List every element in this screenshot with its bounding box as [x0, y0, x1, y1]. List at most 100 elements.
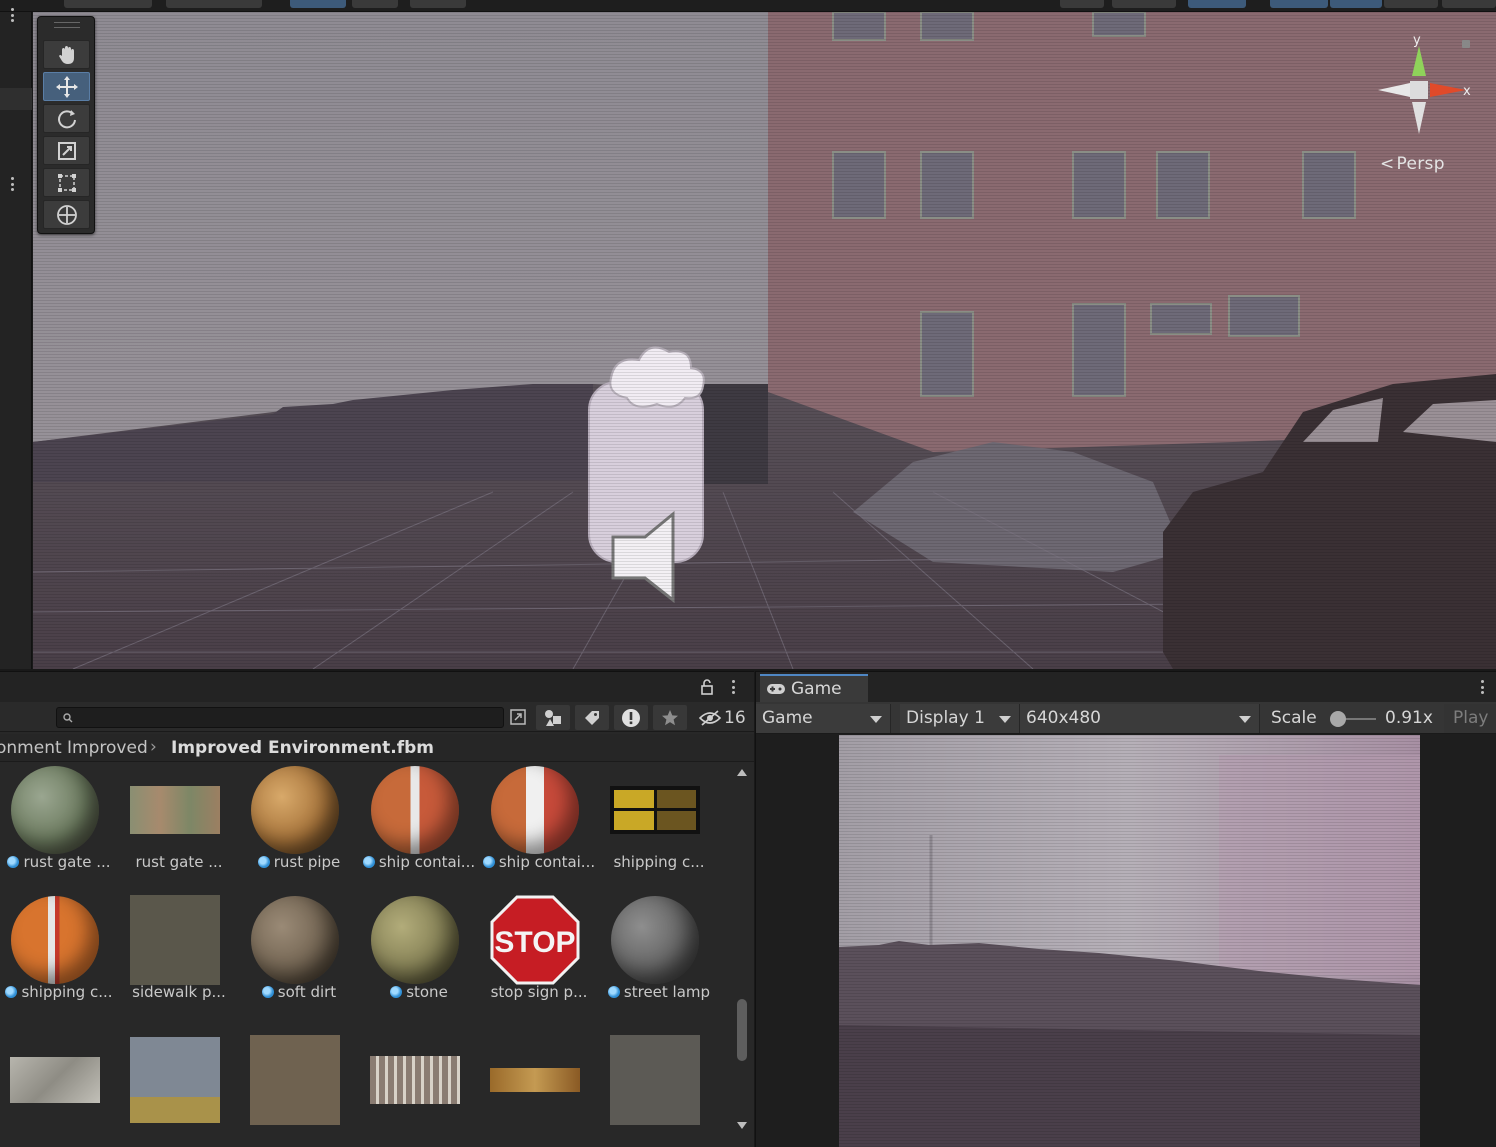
asset-label: rust pipe [240, 853, 358, 871]
asset-label: soft dirt [240, 983, 358, 1001]
scene-tools-overlay [37, 16, 95, 234]
asset-label: shipping c... [0, 983, 118, 1001]
top-tab-chip[interactable] [410, 0, 466, 8]
top-tab-chip-active[interactable] [1330, 0, 1382, 8]
top-tab-chip[interactable] [1442, 0, 1496, 8]
top-tab-chip-active[interactable] [290, 0, 346, 8]
asset-item[interactable]: sidewalk p... [120, 894, 240, 1027]
game-mode-dropdown[interactable]: Game [756, 704, 891, 733]
scale-slider-handle[interactable] [1330, 711, 1346, 727]
top-tab-chip[interactable] [1060, 0, 1104, 8]
hidden-packages-count[interactable]: 16 [724, 708, 746, 728]
breadcrumb-parent[interactable]: onment Improved [0, 738, 148, 758]
dropdown-arrow-icon [999, 716, 1011, 723]
more-options-icon[interactable] [10, 177, 14, 191]
tab-game[interactable]: Game [760, 674, 868, 702]
axis-gizmo-icon: y x [1378, 33, 1471, 134]
asset-item[interactable] [480, 1037, 600, 1137]
top-tab-chip[interactable] [64, 0, 152, 8]
gamepad-icon [767, 684, 785, 694]
asset-label: stone [360, 983, 478, 1001]
display-dropdown[interactable]: Display 1 [900, 704, 1020, 733]
game-view-render[interactable] [839, 735, 1420, 1147]
chevron-right-icon: › [150, 737, 157, 757]
gizmo-y-label: y [1413, 33, 1421, 48]
asset-label: street lamp [600, 983, 718, 1001]
top-tab-chip[interactable] [1112, 0, 1176, 8]
asset-thumbnail [10, 895, 100, 984]
move-tool-button[interactable] [43, 72, 90, 101]
asset-item[interactable]: rust gate ... [0, 765, 120, 897]
more-options-icon[interactable] [10, 8, 14, 22]
lock-icon[interactable] [700, 679, 714, 695]
asset-thumbnail [370, 895, 460, 984]
warning-circle-icon [622, 708, 640, 727]
hand-icon [58, 45, 74, 64]
top-tab-chip[interactable] [166, 0, 262, 8]
transform-tool-button[interactable] [43, 200, 90, 229]
asset-item[interactable]: rust pipe [240, 765, 360, 897]
top-tab-chip-active[interactable] [1270, 0, 1328, 8]
play-focus-dropdown[interactable]: Play [1444, 704, 1496, 733]
asset-item[interactable] [0, 1037, 120, 1137]
asset-thumbnail [610, 895, 700, 984]
search-icon [63, 713, 73, 723]
asset-item[interactable] [120, 1036, 240, 1137]
material-badge-icon [5, 986, 18, 998]
game-toolbar: Game Display 1 640x480 Scale 0.91x Play [756, 702, 1496, 734]
scale-tool-button[interactable] [43, 136, 90, 165]
asset-thumbnail [370, 765, 460, 854]
favorites-button[interactable] [653, 705, 687, 730]
projection-label: Persp [1396, 154, 1445, 174]
asset-label: ship contai... [360, 853, 478, 871]
hand-tool-button[interactable] [43, 40, 90, 69]
asset-item[interactable] [240, 1034, 360, 1137]
asset-item[interactable]: STOP stop sign p... [480, 895, 600, 1027]
search-input[interactable] [56, 707, 504, 728]
tab-game-label: Game [791, 679, 842, 699]
top-tab-chip-active[interactable] [1188, 0, 1246, 8]
asset-item[interactable] [600, 1034, 720, 1137]
filter-by-log-button[interactable] [614, 705, 648, 730]
asset-thumbnail: STOP [490, 895, 580, 984]
asset-scrollbar[interactable] [733, 767, 751, 1137]
toolbox-grip[interactable] [54, 22, 80, 28]
scroll-thumb[interactable] [737, 999, 747, 1061]
asset-item[interactable]: rust gate ... [120, 767, 240, 897]
project-panel: 16 onment Improved › Improved Environmen… [0, 671, 754, 1147]
gizmo-x-label: x [1463, 84, 1471, 99]
more-options-icon[interactable] [731, 680, 735, 694]
asset-thumbnail [250, 765, 340, 854]
filter-by-type-button[interactable] [536, 705, 570, 730]
lock-icon[interactable] [1462, 40, 1470, 48]
scene-view[interactable] [33, 12, 1496, 669]
rotate-tool-button[interactable] [43, 104, 90, 133]
asset-item[interactable] [360, 1037, 480, 1137]
resolution-dropdown[interactable]: 640x480 [1020, 704, 1260, 733]
top-tab-chip[interactable] [1384, 0, 1438, 8]
asset-item[interactable]: soft dirt [240, 895, 360, 1027]
breadcrumb-current[interactable]: Improved Environment.fbm [171, 738, 434, 758]
stop-sign-icon: STOP [490, 895, 580, 984]
asset-item[interactable]: shipping c... [600, 767, 720, 897]
rect-tool-button[interactable] [43, 168, 90, 197]
more-options-icon[interactable] [1480, 680, 1484, 694]
search-scope-icon[interactable] [509, 708, 527, 726]
material-badge-icon [362, 856, 375, 868]
top-tab-chip[interactable] [352, 0, 398, 8]
asset-thumbnail [250, 1034, 340, 1125]
scroll-down-icon[interactable] [737, 1122, 747, 1129]
asset-item[interactable]: shipping c... [0, 895, 120, 1027]
projection-toggle[interactable]: < Persp [1380, 154, 1445, 174]
hidden-packages-icon[interactable] [699, 710, 721, 726]
asset-thumbnail [250, 895, 340, 984]
breadcrumb: onment Improved › Improved Environment.f… [0, 734, 754, 762]
asset-item[interactable]: ship contai... [480, 765, 600, 897]
asset-thumbnail [130, 1036, 220, 1123]
filter-by-label-button[interactable] [575, 705, 609, 730]
asset-item[interactable]: stone [360, 895, 480, 1027]
asset-item[interactable]: street lamp [600, 895, 720, 1027]
scroll-up-icon[interactable] [737, 769, 747, 776]
selected-row[interactable] [0, 88, 32, 110]
asset-item[interactable]: ship contai... [360, 765, 480, 897]
